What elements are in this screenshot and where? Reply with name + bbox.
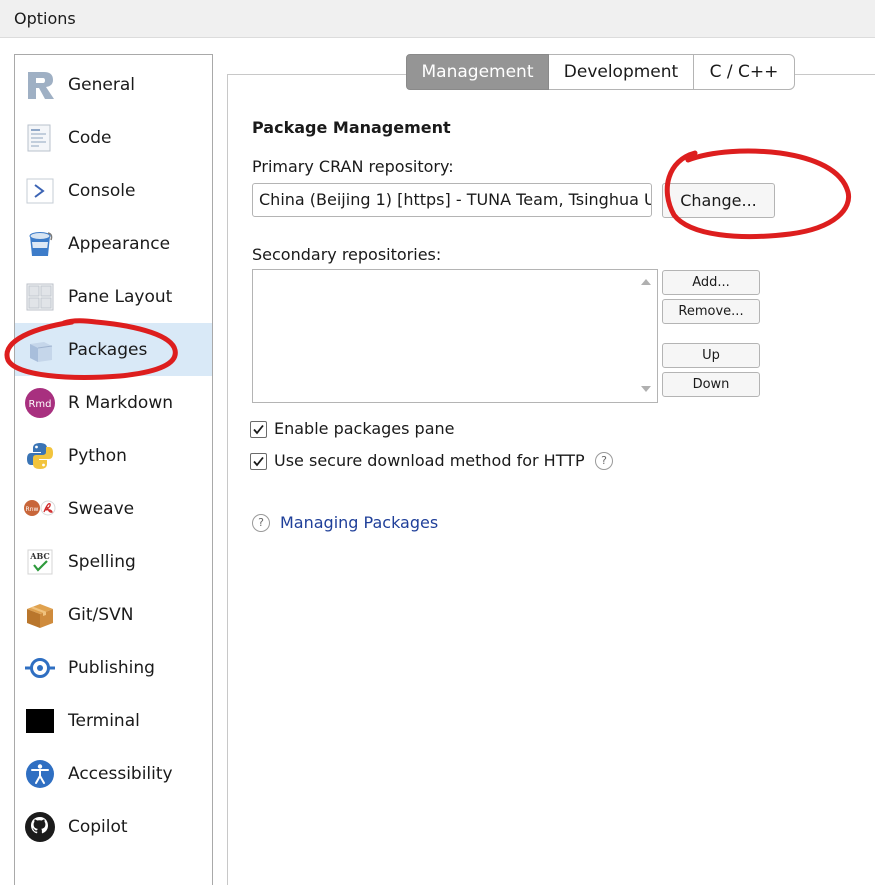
sidebar-item-code[interactable]: Code xyxy=(15,111,212,164)
sidebar-item-sweave[interactable]: Rnw Sweave xyxy=(15,482,212,535)
secure-download-checkbox[interactable] xyxy=(250,453,267,470)
github-icon xyxy=(25,812,55,842)
window-title: Options xyxy=(14,9,76,28)
python-icon xyxy=(27,443,53,469)
help-icon: ? xyxy=(252,514,270,532)
console-prompt-icon xyxy=(26,178,54,204)
publish-icon xyxy=(25,658,55,678)
down-button[interactable]: Down xyxy=(662,372,760,397)
primary-repo-field[interactable]: China (Beijing 1) [https] - TUNA Team, T… xyxy=(252,183,652,217)
secondary-repos-list[interactable] xyxy=(252,269,658,403)
sidebar-item-appearance[interactable]: Appearance xyxy=(15,217,212,270)
sidebar-item-publishing[interactable]: Publishing xyxy=(15,641,212,694)
up-button[interactable]: Up xyxy=(662,343,760,368)
sidebar-item-accessibility[interactable]: Accessibility xyxy=(15,747,212,800)
section-title: Package Management xyxy=(252,118,451,137)
pane-grid-icon xyxy=(26,283,54,311)
sidebar-item-label: General xyxy=(68,75,135,95)
sidebar-item-copilot[interactable]: Copilot xyxy=(15,800,212,853)
sidebar-item-git-svn[interactable]: Git/SVN xyxy=(15,588,212,641)
git-box-icon xyxy=(27,604,53,628)
sidebar-item-python[interactable]: Python xyxy=(15,429,212,482)
sidebar-item-label: R Markdown xyxy=(68,393,174,413)
secondary-repos-label: Secondary repositories: xyxy=(252,245,442,264)
sidebar-item-terminal[interactable]: Terminal xyxy=(15,694,212,747)
help-icon[interactable]: ? xyxy=(595,452,613,470)
accessibility-icon xyxy=(26,760,54,788)
secure-download-label: Use secure download method for HTTP xyxy=(274,451,585,470)
sidebar-item-label: Accessibility xyxy=(68,764,173,784)
spellcheck-icon: ABC xyxy=(27,549,53,575)
managing-packages-link[interactable]: Managing Packages xyxy=(280,513,438,532)
sidebar-item-label: Packages xyxy=(68,340,148,360)
sidebar-item-console[interactable]: Console xyxy=(15,164,212,217)
sidebar-item-spelling[interactable]: ABC Spelling xyxy=(15,535,212,588)
paint-bucket-icon xyxy=(29,232,53,256)
tab-management[interactable]: Management xyxy=(406,54,549,90)
sidebar-item-label: Git/SVN xyxy=(68,605,134,625)
sidebar-item-label: Copilot xyxy=(68,817,128,837)
remove-button[interactable]: Remove... xyxy=(662,299,760,324)
scroll-down-icon[interactable] xyxy=(641,386,651,392)
sidebar-item-packages[interactable]: Packages xyxy=(15,323,212,376)
sidebar-item-label: Appearance xyxy=(68,234,171,254)
tab-development[interactable]: Development xyxy=(549,54,694,90)
title-bar: Options xyxy=(0,0,875,38)
change-button[interactable]: Change... xyxy=(662,183,775,218)
svg-text:Rnw: Rnw xyxy=(26,506,39,513)
tab-bar: Management Development C / C++ xyxy=(406,54,795,90)
enable-packages-pane-label: Enable packages pane xyxy=(274,419,455,438)
add-button[interactable]: Add... xyxy=(662,270,760,295)
svg-text:ABC: ABC xyxy=(29,551,49,561)
code-document-icon xyxy=(27,124,51,152)
sidebar-item-label: Console xyxy=(68,181,136,201)
scroll-up-icon[interactable] xyxy=(641,279,651,285)
svg-text:Rmd: Rmd xyxy=(28,399,51,410)
r-logo-icon xyxy=(28,72,54,99)
rmd-icon: Rmd xyxy=(25,388,55,418)
sidebar-item-label: Terminal xyxy=(68,711,140,731)
sweave-icon: Rnw xyxy=(24,500,56,516)
sidebar-item-label: Python xyxy=(68,446,127,466)
terminal-icon xyxy=(26,709,54,733)
sidebar-item-r-markdown[interactable]: Rmd R Markdown xyxy=(15,376,212,429)
sidebar-item-label: Pane Layout xyxy=(68,287,173,307)
checkmark-icon xyxy=(253,424,264,435)
package-cube-icon xyxy=(30,342,53,362)
sidebar-item-pane-layout[interactable]: Pane Layout xyxy=(15,270,212,323)
sidebar-item-label: Sweave xyxy=(68,499,135,519)
sidebar-item-label: Code xyxy=(68,128,112,148)
sidebar-item-label: Spelling xyxy=(68,552,136,572)
sidebar-item-general[interactable]: General xyxy=(15,58,212,111)
tab-c-cpp[interactable]: C / C++ xyxy=(694,54,795,90)
primary-repo-label: Primary CRAN repository: xyxy=(252,157,454,176)
checkmark-icon xyxy=(253,456,264,467)
enable-packages-pane-checkbox[interactable] xyxy=(250,421,267,438)
options-sidebar: General Code Console Appearance Pane Lay… xyxy=(14,54,213,885)
sidebar-item-label: Publishing xyxy=(68,658,155,678)
